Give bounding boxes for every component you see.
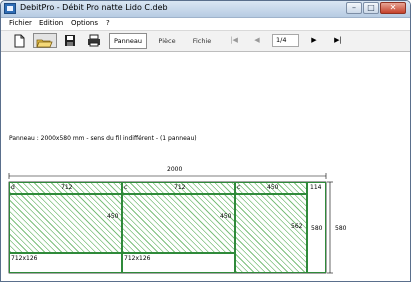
- app-window: DebitPro - Débit Pro natte Lido C.deb – …: [0, 0, 411, 282]
- piece-1-height-label: 450: [107, 213, 119, 220]
- waste-width-label: 114: [310, 184, 322, 191]
- offcut-2-label: 712x126: [124, 255, 151, 262]
- offcut-1-label: 712x126: [11, 255, 38, 262]
- piece-2-width-label: 712: [174, 184, 186, 191]
- piece-1: [9, 194, 122, 253]
- piece-3-height-label: 562: [291, 223, 303, 230]
- piece-1-marker: d: [11, 184, 15, 191]
- piece-2-height-label: 450: [220, 213, 232, 220]
- piece-3-marker: c: [237, 184, 241, 191]
- piece-2-marker: c: [124, 184, 128, 191]
- piece-1-width-label: 712: [61, 184, 73, 191]
- piece-3: [235, 194, 307, 273]
- panel-height-inner-label: 580: [311, 225, 323, 232]
- piece-2: [122, 194, 235, 253]
- piece-3-width-label: 450: [267, 184, 279, 191]
- panel-height-label: 580: [335, 225, 347, 232]
